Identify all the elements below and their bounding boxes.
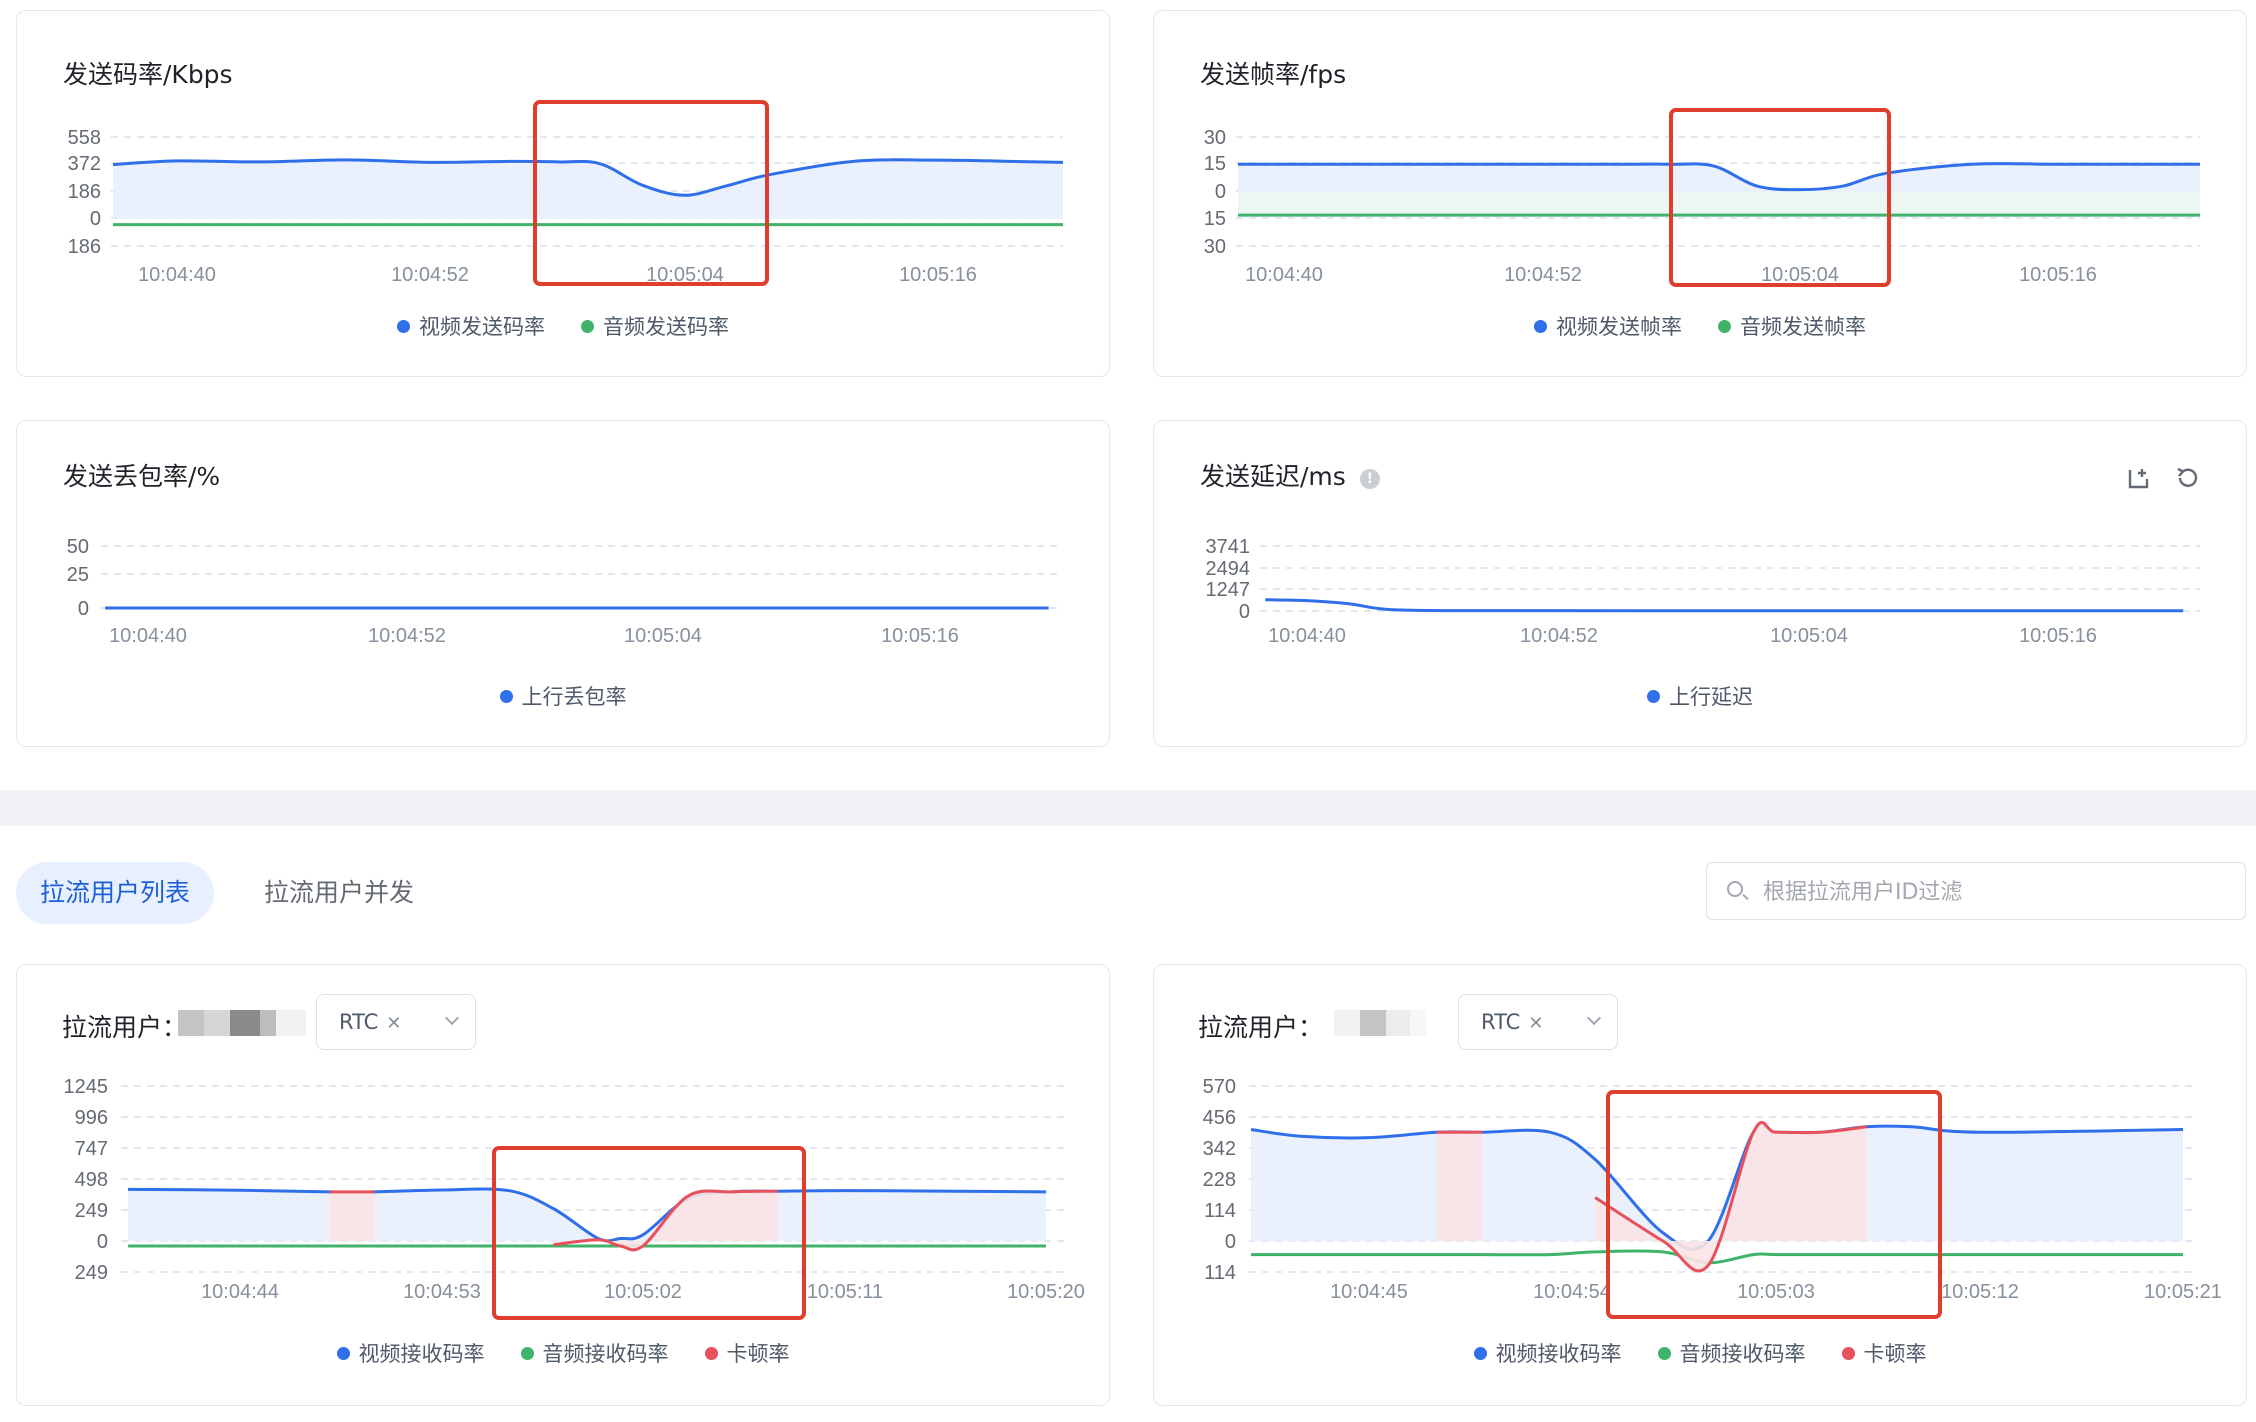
series-area (1436, 1132, 1483, 1241)
x-tick-label: 10:05:03 (1737, 1281, 1815, 1303)
x-tick-label: 10:04:45 (1330, 1281, 1408, 1303)
x-tick-label: 10:05:12 (1941, 1281, 2019, 1303)
legend-label: 卡顿率 (1863, 1342, 1927, 1366)
legend-item[interactable]: 卡顿率 (1841, 1338, 1927, 1368)
series-area (1251, 1124, 2183, 1250)
legend-dot (1473, 1347, 1487, 1360)
x-tick-label: 10:05:21 (2144, 1281, 2222, 1303)
x-tick-label: 10:04:54 (1533, 1281, 1611, 1303)
series-line (1251, 1249, 2183, 1265)
y-tick-label: 342 (1203, 1138, 1236, 1160)
chart-legend: 视频接收码率 音频接收码率 卡顿率 (1153, 1338, 2247, 1368)
y-tick-label: 114 (1204, 1262, 1236, 1284)
y-tick-label: 114 (1204, 1200, 1236, 1222)
pull-user-chart-right: 570 456 342 228 114 0 114 10:04:45 10:04:54 10:05… (1203, 1076, 2222, 1303)
y-tick-label: 570 (1203, 1076, 1236, 1098)
legend-item[interactable]: 音频接收码率 (1657, 1338, 1806, 1368)
y-tick-label: 228 (1203, 1169, 1236, 1191)
legend-item[interactable]: 视频接收码率 (1473, 1338, 1622, 1368)
y-tick-label: 0 (1225, 1231, 1236, 1253)
legend-dot (1657, 1347, 1671, 1360)
y-tick-label: 456 (1203, 1107, 1236, 1129)
legend-dot (1841, 1347, 1855, 1360)
legend-label: 视频接收码率 (1495, 1342, 1622, 1366)
legend-label: 音频接收码率 (1679, 1342, 1806, 1366)
